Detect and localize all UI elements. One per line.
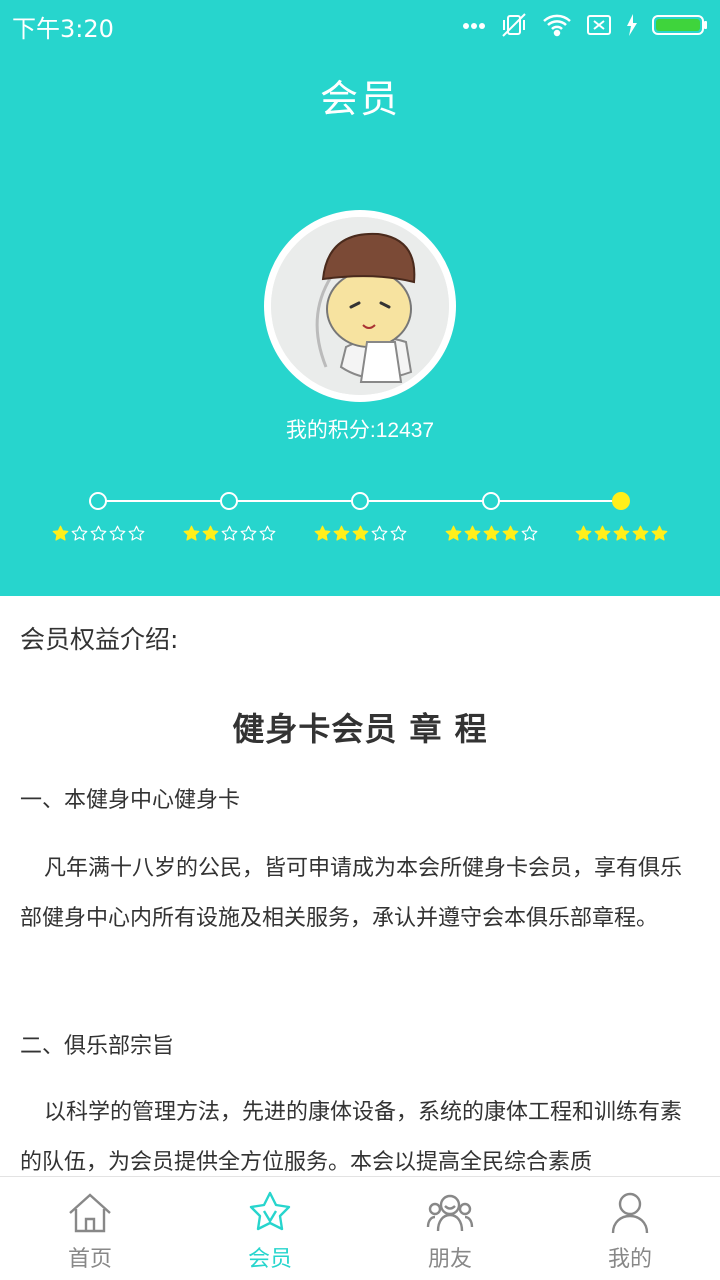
star-outline-icon — [71, 525, 87, 541]
vibrate-off-icon — [502, 13, 526, 37]
charter-title: 健身卡会员 章 程 — [232, 710, 488, 748]
charging-icon — [627, 14, 637, 36]
section-title: 一、本健身中心健身卡 — [20, 788, 241, 813]
no-sim-icon — [587, 15, 611, 35]
tab-label: 会员 — [247, 1247, 292, 1272]
star-filled-icon — [202, 525, 218, 541]
avatar-frame[interactable] — [264, 210, 456, 402]
level-stars — [441, 525, 541, 547]
star-outline-icon — [109, 525, 125, 541]
star-filled-icon — [651, 525, 667, 541]
bottom-tab-bar: 首页 会员 朋友 我的 — [0, 1176, 720, 1280]
star-outline-icon — [128, 525, 144, 541]
benefits-intro-label: 会员权益介绍: — [20, 625, 179, 654]
star-outline-icon — [259, 525, 275, 541]
tab-friends[interactable]: 朋友 — [360, 1177, 540, 1280]
status-bar: 下午3:20 — [0, 0, 720, 50]
star-filled-icon — [314, 525, 330, 541]
level-stars — [571, 525, 671, 547]
tab-label: 朋友 — [427, 1247, 472, 1272]
star-outline-icon — [521, 525, 537, 541]
member-benefits-content[interactable]: 会员权益介绍: 健身卡会员 章 程 一、本健身中心健身卡 凡年满十八岁的公民，皆… — [0, 596, 720, 1176]
star-filled-icon — [183, 525, 199, 541]
member-header: 下午3:20 会员 我的积分:12437 — [0, 0, 720, 596]
dots-icon — [463, 23, 485, 29]
tab-mine[interactable]: 我的 — [540, 1177, 720, 1280]
level-stars — [310, 525, 410, 547]
star-outline-icon — [90, 525, 106, 541]
tab-home[interactable]: 首页 — [0, 1177, 180, 1280]
star-filled-icon — [464, 525, 480, 541]
star-outline-icon — [240, 525, 256, 541]
star-filled-icon — [352, 525, 368, 541]
points-label: 我的积分:12437 — [285, 419, 435, 442]
friends-icon — [426, 1194, 474, 1232]
star-filled-icon — [613, 525, 629, 541]
level-node — [612, 492, 630, 510]
star-filled-icon — [594, 525, 610, 541]
home-icon — [69, 1193, 111, 1233]
member-star-icon — [249, 1191, 291, 1231]
star-filled-icon — [575, 525, 591, 541]
star-outline-icon — [371, 525, 387, 541]
avatar — [271, 217, 449, 395]
status-time: 下午3:20 — [12, 15, 114, 43]
profile-icon — [611, 1192, 649, 1234]
tab-label: 我的 — [607, 1247, 652, 1272]
tab-label: 首页 — [67, 1247, 112, 1272]
battery-icon — [652, 15, 707, 35]
star-filled-icon — [483, 525, 499, 541]
wifi-icon — [543, 14, 571, 37]
status-icons — [462, 10, 708, 40]
star-filled-icon — [502, 525, 518, 541]
star-filled-icon — [52, 525, 68, 541]
tab-member[interactable]: 会员 — [180, 1177, 360, 1280]
star-outline-icon — [221, 525, 237, 541]
level-node — [482, 492, 500, 510]
level-node — [351, 492, 369, 510]
star-filled-icon — [632, 525, 648, 541]
level-stars — [48, 525, 148, 547]
star-outline-icon — [390, 525, 406, 541]
cartoon-avatar-image — [271, 217, 449, 395]
section-paragraph: 凡年满十八岁的公民，皆可申请成为本会所健身卡会员，享有俱乐部健身中心内所有设施及… — [20, 856, 683, 931]
level-node — [220, 492, 238, 510]
page-title: 会员 — [319, 77, 400, 121]
section-paragraph: 以科学的管理方法，先进的康体设备，系统的康体工程和训练有素的队伍，为会员提供全方… — [20, 1100, 683, 1175]
star-filled-icon — [333, 525, 349, 541]
level-stars — [179, 525, 279, 547]
section-title: 二、俱乐部宗旨 — [20, 1034, 175, 1059]
star-filled-icon — [445, 525, 461, 541]
level-node — [89, 492, 107, 510]
